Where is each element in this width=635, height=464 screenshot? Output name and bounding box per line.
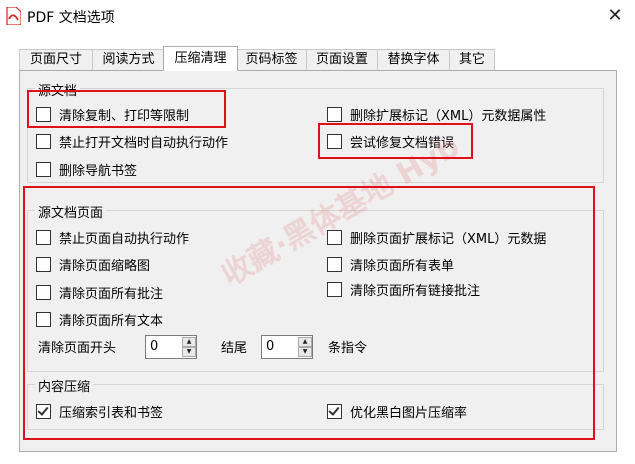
- checkbox-disable-open-actions[interactable]: 禁止打开文档时自动执行动作: [36, 132, 228, 151]
- checkbox-box[interactable]: [327, 106, 342, 122]
- highlight-box-restrictions: [27, 90, 226, 128]
- tab-other[interactable]: 其它: [449, 49, 495, 70]
- tab-page-labels[interactable]: 页码标签: [236, 49, 307, 70]
- checkbox-box[interactable]: [36, 161, 51, 177]
- checkbox-remove-xml-metadata[interactable]: 删除扩展标记（XML）元数据属性: [327, 105, 546, 124]
- checkbox-remove-bookmarks[interactable]: 删除导航书签: [36, 160, 137, 179]
- highlight-box-pages: [23, 186, 595, 440]
- highlight-box-repair: [318, 123, 473, 159]
- tab-reading-mode[interactable]: 阅读方式: [92, 49, 165, 70]
- window-title: PDF 文档选项: [27, 10, 115, 26]
- close-icon[interactable]: ✕: [601, 4, 629, 28]
- checkbox-box[interactable]: [36, 133, 51, 149]
- tab-compress-clean[interactable]: 压缩清理: [163, 46, 238, 71]
- tab-page-setup[interactable]: 页面设置: [306, 49, 378, 70]
- tab-replace-fonts[interactable]: 替换字体: [377, 49, 450, 70]
- tab-page-size[interactable]: 页面尺寸: [19, 49, 93, 70]
- pdf-app-icon: [6, 7, 21, 25]
- title-bar: PDF 文档选项 ✕: [0, 0, 635, 32]
